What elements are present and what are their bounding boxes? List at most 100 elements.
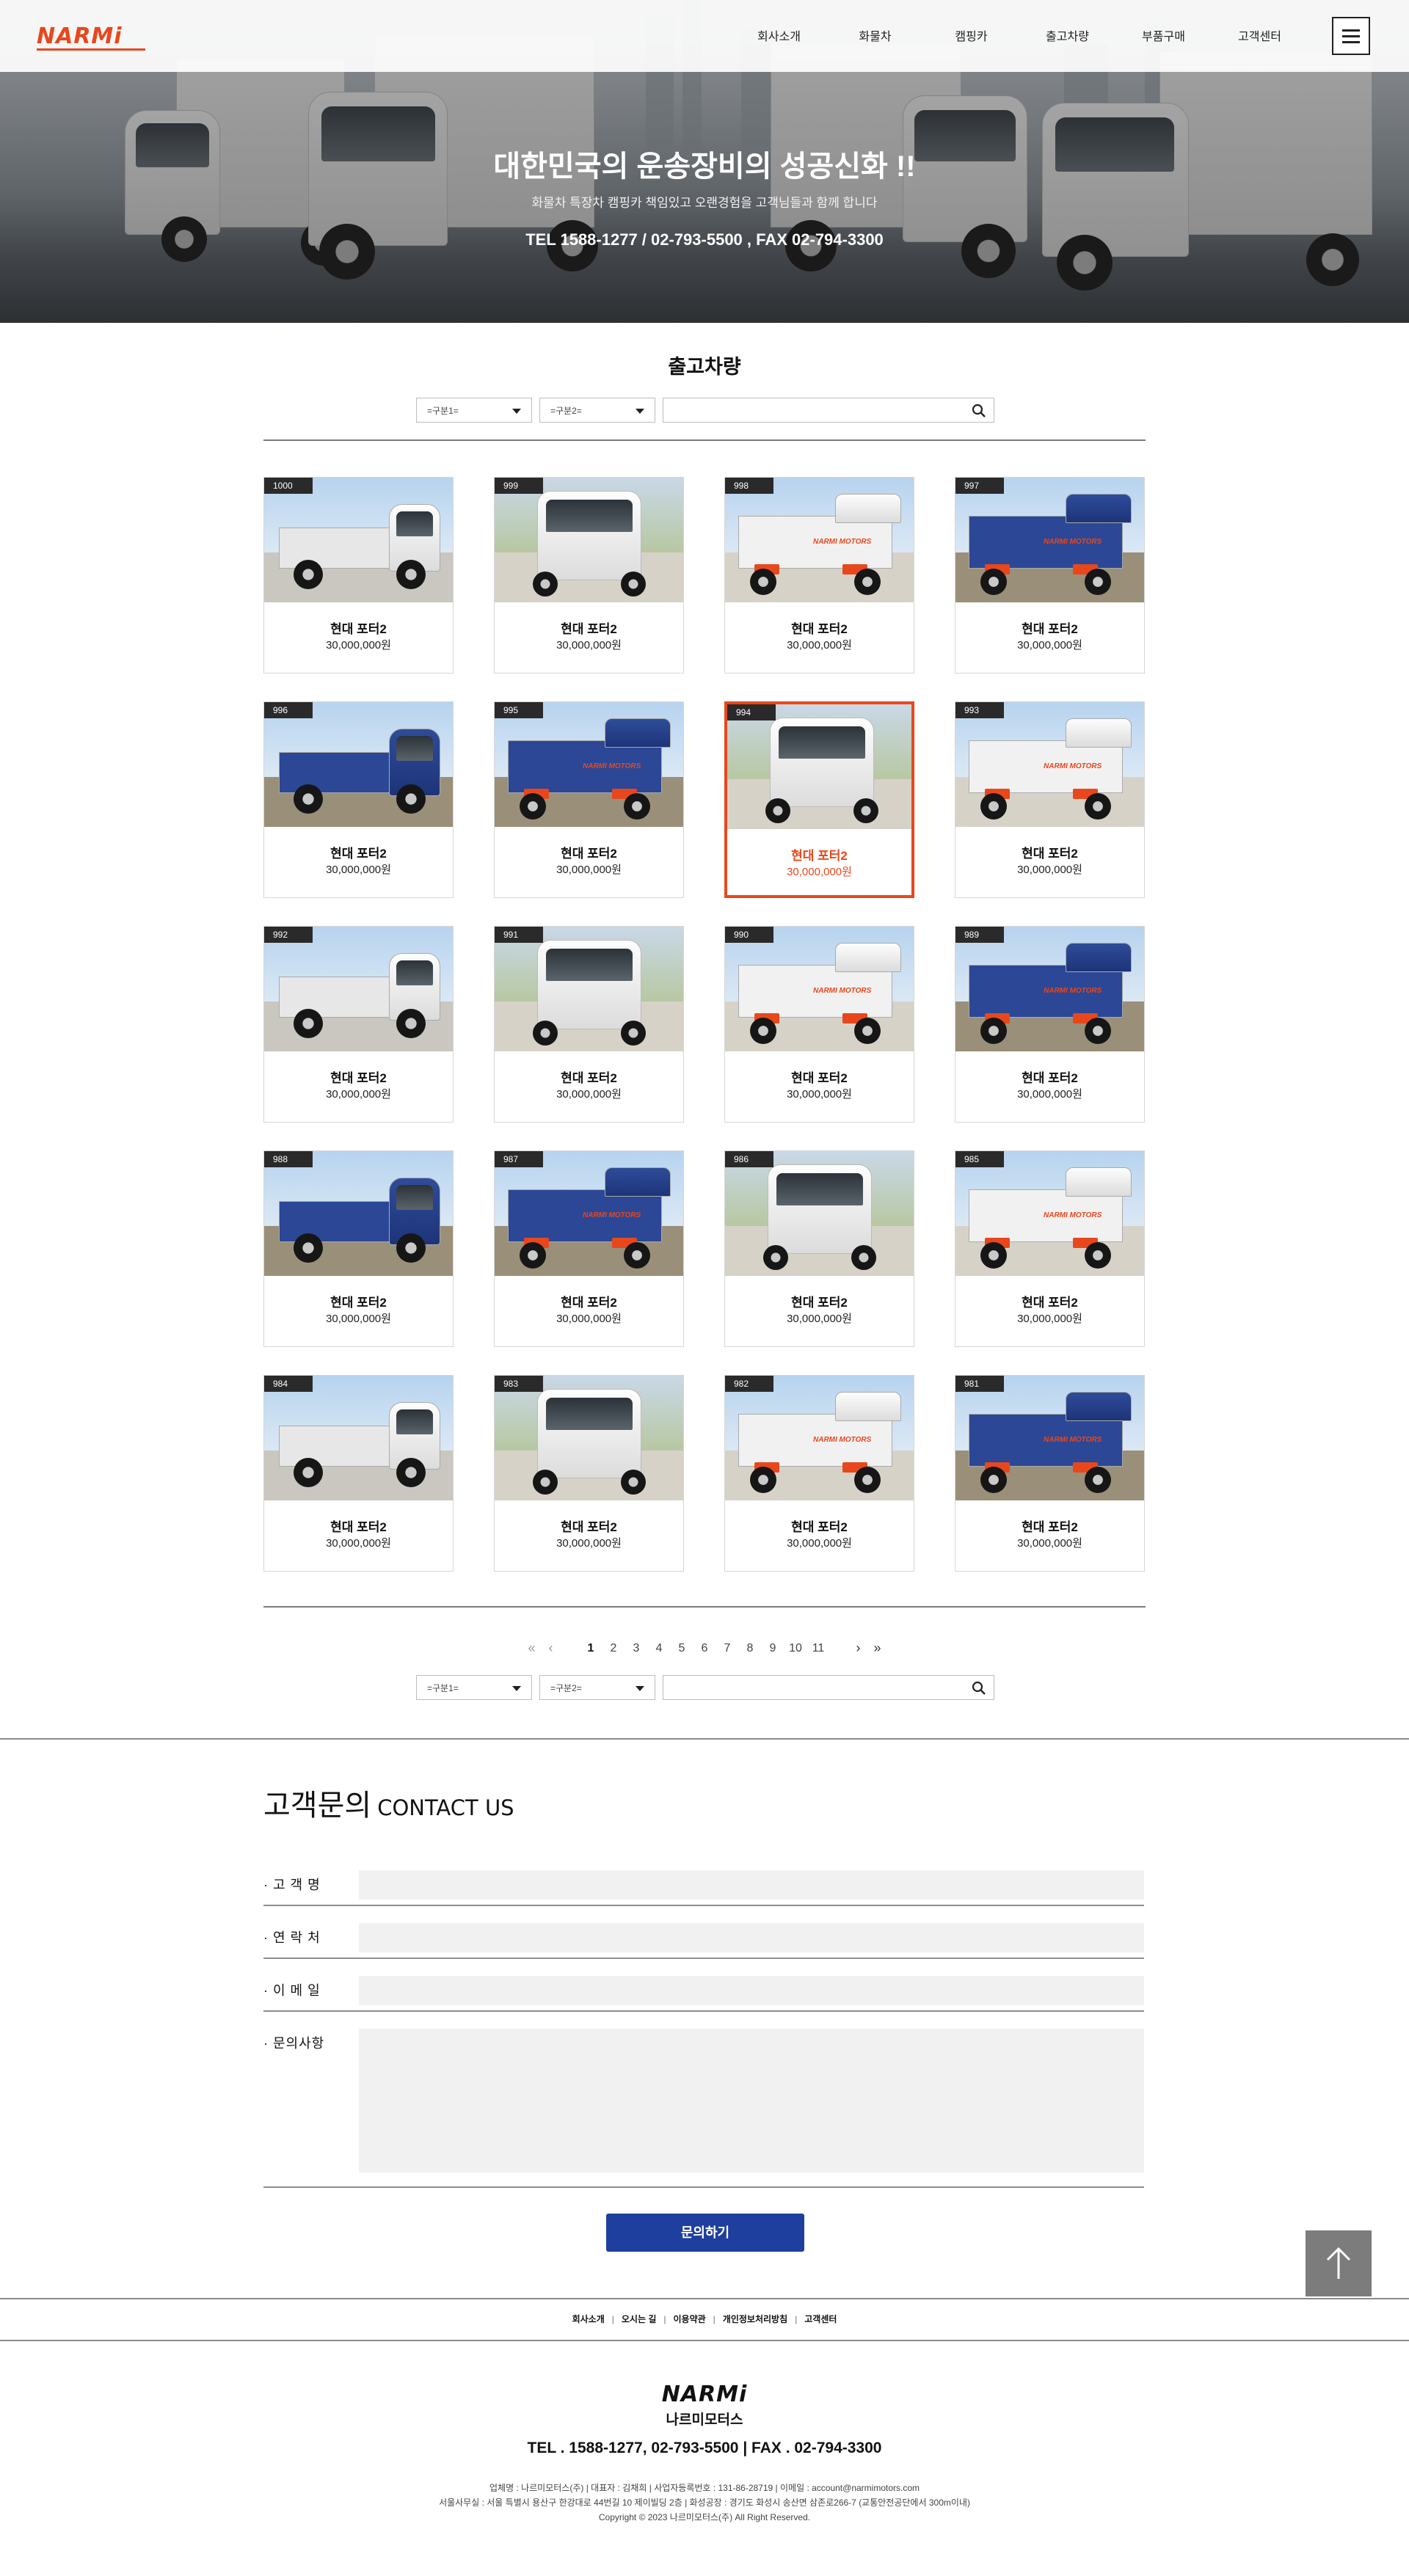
vehicle-number-badge: 998 — [725, 478, 773, 494]
vehicle-card[interactable]: 996 현대 포터2 30,000,000원 — [263, 701, 454, 898]
scroll-top-button[interactable] — [1306, 2230, 1372, 2296]
vehicle-name: 현대 포터2 — [1022, 847, 1078, 861]
field-label: · 이 메 일 — [263, 1983, 321, 1998]
main-nav: 회사소개 화물차 캠핑카 출고차량 부품구매 고객센터 — [731, 26, 1308, 44]
name-field[interactable] — [359, 1870, 1144, 1900]
vehicle-price: 30,000,000원 — [787, 1313, 852, 1325]
vehicle-card[interactable]: 991 현대 포터2 30,000,000원 — [494, 926, 684, 1123]
site-header: NARMi 회사소개 화물차 캠핑카 출고차량 부품구매 고객센터 — [0, 0, 1409, 72]
vehicle-photo: NARMI MOTORS — [725, 927, 914, 1051]
vehicle-card[interactable]: NARMI MOTORS 985 현대 포터2 30,000,000원 — [955, 1150, 1145, 1347]
vehicle-card[interactable]: 984 현대 포터2 30,000,000원 — [263, 1375, 454, 1572]
hero-title: 대한민국의 운송장비의 성공신화 !! — [493, 150, 916, 183]
footer-link-customer-center[interactable]: 고객센터 — [804, 2314, 837, 2324]
vehicle-name: 현대 포터2 — [1022, 1520, 1078, 1534]
vehicle-name: 현대 포터2 — [1022, 1296, 1078, 1310]
hamburger-menu-icon[interactable] — [1332, 17, 1370, 55]
vehicle-number-badge: 993 — [955, 702, 1004, 718]
vehicle-card[interactable]: NARMI MOTORS 989 현대 포터2 30,000,000원 — [955, 926, 1145, 1123]
first-page-icon[interactable]: « — [523, 1641, 542, 1656]
vehicle-price: 30,000,000원 — [556, 1088, 622, 1101]
search-icon[interactable] — [972, 1681, 986, 1696]
vehicle-card[interactable]: 999 현대 포터2 30,000,000원 — [494, 477, 684, 674]
vehicle-name: 현대 포터2 — [1022, 622, 1078, 636]
vehicle-card[interactable]: NARMI MOTORS 995 현대 포터2 30,000,000원 — [494, 701, 684, 898]
footer-logo-ko: 나르미모터스 — [666, 2412, 743, 2428]
vehicle-card[interactable]: NARMI MOTORS 982 현대 포터2 30,000,000원 — [724, 1375, 914, 1572]
vehicle-card[interactable]: 986 현대 포터2 30,000,000원 — [724, 1150, 914, 1347]
nav-item-released-vehicles[interactable]: 출고차량 — [1019, 26, 1115, 44]
category2-select[interactable]: =구분2= — [539, 1675, 655, 1700]
footer-link-directions[interactable]: 오시는 길 — [622, 2314, 657, 2324]
vehicle-name: 현대 포터2 — [561, 1296, 617, 1310]
vehicle-number-badge: 988 — [264, 1151, 313, 1167]
page-link[interactable]: 3 — [625, 1642, 648, 1655]
field-label: · 문의사항 — [263, 2036, 325, 2051]
field-label: · 고 객 명 — [263, 1878, 321, 1892]
vehicle-card[interactable]: 994 현대 포터2 30,000,000원 — [724, 701, 914, 898]
page-link[interactable]: 9 — [762, 1642, 784, 1655]
vehicle-photo: NARMI MOTORS — [495, 702, 683, 827]
page-link[interactable]: 5 — [671, 1642, 693, 1655]
vehicle-card[interactable]: NARMI MOTORS 998 현대 포터2 30,000,000원 — [724, 477, 914, 674]
submit-inquiry-button[interactable]: 문의하기 — [606, 2214, 804, 2252]
vehicle-number-badge: 983 — [495, 1376, 543, 1392]
footer-links: 회사소개 | 오시는 길 | 이용약관 | 개인정보처리방침 | 고객센터 — [572, 2314, 837, 2324]
page-link[interactable]: 2 — [602, 1642, 625, 1655]
vehicle-card[interactable]: NARMI MOTORS 997 현대 포터2 30,000,000원 — [955, 477, 1145, 674]
page-link[interactable]: 1 — [580, 1642, 602, 1655]
vehicle-card[interactable]: 983 현대 포터2 30,000,000원 — [494, 1375, 684, 1572]
page-link[interactable]: 11 — [807, 1642, 830, 1655]
nav-item-company[interactable]: 회사소개 — [731, 26, 827, 44]
vehicle-photo — [264, 1151, 453, 1276]
next-page-icon[interactable]: › — [849, 1641, 868, 1656]
page-link[interactable]: 4 — [648, 1642, 671, 1655]
vehicle-name: 현대 포터2 — [561, 622, 617, 636]
vehicle-card[interactable]: NARMI MOTORS 987 현대 포터2 30,000,000원 — [494, 1150, 684, 1347]
vehicle-card[interactable]: NARMI MOTORS 981 현대 포터2 30,000,000원 — [955, 1375, 1145, 1572]
row-divider — [263, 2010, 1144, 2012]
logo[interactable]: NARMi — [37, 23, 123, 49]
vehicle-number-badge: 982 — [725, 1376, 773, 1392]
inquiry-textarea[interactable] — [359, 2029, 1144, 2172]
page-link[interactable]: 8 — [739, 1642, 762, 1655]
vehicle-photo — [495, 1376, 683, 1500]
vehicle-price: 30,000,000원 — [326, 639, 391, 652]
footer-link-terms[interactable]: 이용약관 — [674, 2314, 706, 2324]
vehicle-number-badge: 984 — [264, 1376, 313, 1392]
vehicle-price: 30,000,000원 — [326, 864, 391, 876]
nav-item-customer-center[interactable]: 고객센터 — [1212, 26, 1308, 44]
vehicle-price: 30,000,000원 — [787, 639, 852, 652]
last-page-icon[interactable]: » — [868, 1641, 887, 1656]
category1-select[interactable]: =구분1= — [416, 398, 532, 423]
vehicle-card[interactable]: NARMI MOTORS 993 현대 포터2 30,000,000원 — [955, 701, 1145, 898]
page-link[interactable]: 6 — [693, 1642, 716, 1655]
category1-select[interactable]: =구분1= — [416, 1675, 532, 1700]
page-link[interactable]: 10 — [784, 1642, 807, 1655]
phone-field[interactable] — [359, 1923, 1144, 1952]
prev-page-icon[interactable]: ‹ — [542, 1641, 561, 1656]
nav-item-cargo-truck[interactable]: 화물차 — [827, 26, 923, 44]
vehicle-card[interactable]: 988 현대 포터2 30,000,000원 — [263, 1150, 454, 1347]
search-box — [663, 398, 994, 423]
footer-logo-en: NARMi — [661, 2382, 748, 2407]
vehicle-number-badge: 981 — [955, 1376, 1004, 1392]
vehicle-price: 30,000,000원 — [556, 1313, 622, 1325]
search-icon[interactable] — [972, 404, 986, 418]
page-link[interactable]: 7 — [716, 1642, 739, 1655]
nav-item-parts[interactable]: 부품구매 — [1115, 26, 1212, 44]
search-box — [663, 1675, 994, 1700]
vehicle-card[interactable]: 992 현대 포터2 30,000,000원 — [263, 926, 454, 1123]
vehicle-number-badge: 990 — [725, 927, 773, 943]
search-input[interactable] — [663, 1676, 957, 1699]
vehicle-price: 30,000,000원 — [787, 1088, 852, 1101]
email-field[interactable] — [359, 1976, 1144, 2005]
vehicle-card[interactable]: 1000 현대 포터2 30,000,000원 — [263, 477, 454, 674]
footer-link-privacy[interactable]: 개인정보처리방침 — [723, 2314, 787, 2324]
vehicle-card[interactable]: NARMI MOTORS 990 현대 포터2 30,000,000원 — [724, 926, 914, 1123]
search-input[interactable] — [663, 398, 957, 422]
footer-link-company[interactable]: 회사소개 — [572, 2314, 605, 2324]
footer-copyright: Copyright © 2023 나르미모터스(주) All Right Res… — [598, 2512, 811, 2522]
nav-item-camping-car[interactable]: 캠핑카 — [923, 26, 1019, 44]
category2-select[interactable]: =구분2= — [539, 398, 655, 423]
